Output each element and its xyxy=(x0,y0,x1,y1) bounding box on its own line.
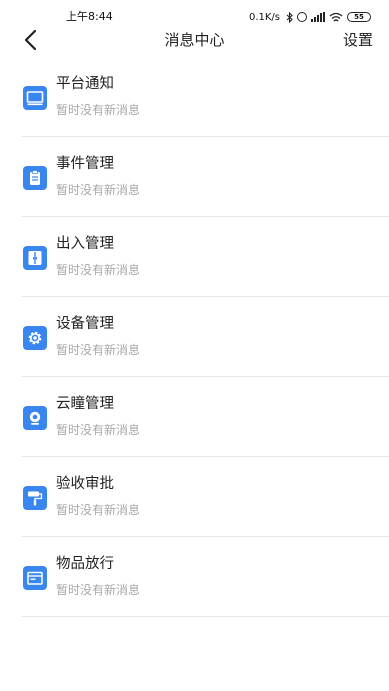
message-title: 物品放行 xyxy=(56,556,114,572)
message-title: 云瞳管理 xyxy=(56,396,114,412)
clipboard-icon xyxy=(23,166,47,190)
status-time: 上午8:44 xyxy=(66,10,113,23)
message-subtitle: 暂时没有新消息 xyxy=(56,503,141,517)
signal-icon xyxy=(311,12,325,22)
message-title: 验收审批 xyxy=(56,476,114,492)
message-subtitle: 暂时没有新消息 xyxy=(56,183,141,197)
door-icon xyxy=(23,246,47,270)
message-item-goods-release[interactable]: 物品放行 暂时没有新消息 xyxy=(0,537,389,617)
wifi-icon xyxy=(329,12,343,23)
message-subtitle: 暂时没有新消息 xyxy=(56,583,141,597)
status-bar: 上午8:44 0.1K/s 55 xyxy=(0,0,389,24)
message-subtitle: 暂时没有新消息 xyxy=(56,343,141,357)
alarm-icon xyxy=(297,12,307,22)
bluetooth-icon xyxy=(286,11,293,23)
battery-icon: 55 xyxy=(347,12,371,22)
message-item-acceptance-approval[interactable]: 验收审批 暂时没有新消息 xyxy=(0,457,389,537)
message-item-access-management[interactable]: 出入管理 暂时没有新消息 xyxy=(0,217,389,297)
settings-button[interactable]: 设置 xyxy=(343,30,373,50)
message-item-event-management[interactable]: 事件管理 暂时没有新消息 xyxy=(0,137,389,217)
message-subtitle: 暂时没有新消息 xyxy=(56,423,141,437)
message-title: 设备管理 xyxy=(56,316,114,332)
message-subtitle: 暂时没有新消息 xyxy=(56,263,141,277)
message-subtitle: 暂时没有新消息 xyxy=(56,103,141,117)
message-title: 事件管理 xyxy=(56,156,114,172)
paint-roller-icon xyxy=(23,486,47,510)
message-item-platform-notice[interactable]: 平台通知 暂时没有新消息 xyxy=(0,57,389,137)
message-item-device-management[interactable]: 设备管理 暂时没有新消息 xyxy=(0,297,389,377)
monitor-icon xyxy=(23,86,47,110)
gear-icon xyxy=(23,326,47,350)
message-title: 平台通知 xyxy=(56,76,114,92)
page-title: 消息中心 xyxy=(164,31,225,49)
nav-bar: 消息中心 设置 xyxy=(0,24,389,56)
message-list: 平台通知 暂时没有新消息 事件管理 暂时没有新消息 出入管理 暂时没有新消息 设… xyxy=(0,57,389,617)
status-icons: 0.1K/s 55 xyxy=(249,10,371,24)
network-speed: 0.1K/s xyxy=(248,11,280,23)
package-icon xyxy=(23,566,47,590)
camera-icon xyxy=(23,406,47,430)
message-item-cloud-eye-management[interactable]: 云瞳管理 暂时没有新消息 xyxy=(0,377,389,457)
message-title: 出入管理 xyxy=(56,236,114,252)
